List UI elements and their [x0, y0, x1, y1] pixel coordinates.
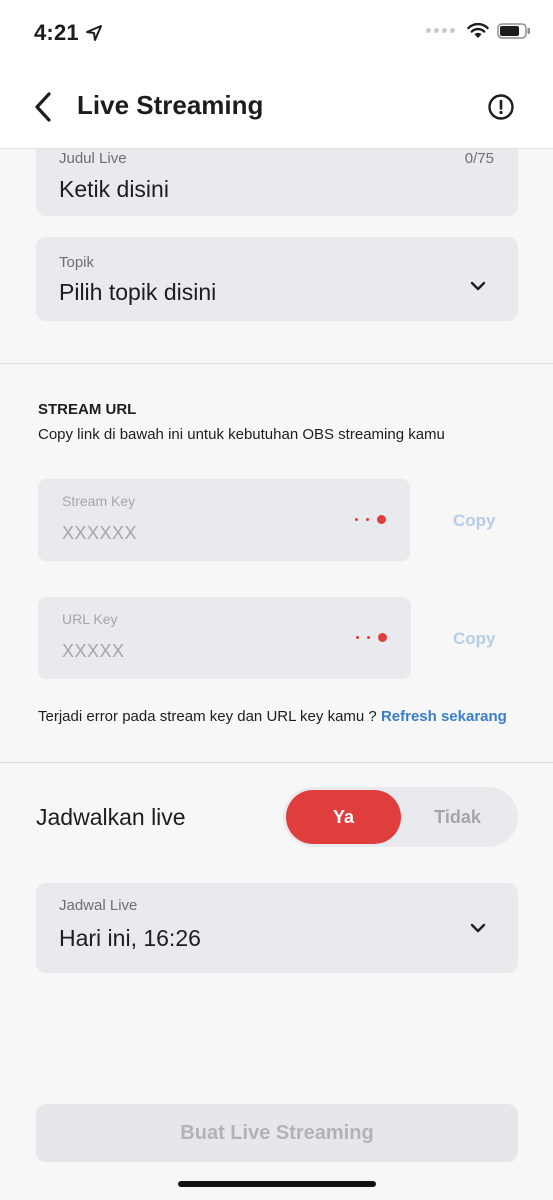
schedule-toggle[interactable]: Ya Tidak: [283, 787, 518, 847]
title-field-label: Judul Live: [59, 150, 127, 167]
url-key-value: XXXXX: [62, 641, 125, 661]
cellular-signal-icon: [426, 28, 455, 33]
stream-key-label: Stream Key: [62, 493, 136, 509]
toggle-no-option[interactable]: Tidak: [400, 790, 515, 844]
stream-url-description: Copy link di bawah ini untuk kebutuhan O…: [38, 426, 445, 443]
title-char-counter: 0/75: [464, 150, 494, 167]
location-arrow-icon: [86, 25, 102, 41]
copy-url-key-button[interactable]: Copy: [453, 629, 496, 649]
info-icon[interactable]: [487, 93, 515, 121]
status-time: 4:21: [34, 20, 79, 45]
topic-field-label: Topik: [59, 254, 95, 271]
schedule-label: Jadwalkan live: [36, 804, 186, 830]
back-arrow-icon[interactable]: [30, 90, 62, 124]
app-header-overlay: Live Streaming: [0, 66, 553, 149]
page-title: Live Streaming: [77, 90, 264, 120]
chevron-down-icon: [470, 281, 486, 291]
stream-key-value: XXXXXX: [62, 523, 138, 543]
loading-dots-icon: [355, 515, 386, 524]
create-live-button[interactable]: Buat Live Streaming: [36, 1104, 518, 1162]
loading-dots-icon: [356, 633, 387, 642]
topic-placeholder: Pilih topik disini: [59, 279, 217, 305]
refresh-link[interactable]: Refresh sekarang: [381, 708, 507, 725]
stream-url-title: STREAM URL: [38, 401, 137, 418]
title-input[interactable]: Ketik disini: [59, 176, 169, 203]
copy-stream-key-button[interactable]: Copy: [453, 511, 496, 531]
url-key-label: URL Key: [62, 611, 118, 627]
battery-icon: [497, 22, 530, 39]
stream-key-error: Terjadi error pada stream key dan URL ke…: [38, 708, 507, 725]
wifi-icon: [467, 22, 489, 38]
toggle-yes-option[interactable]: Ya: [286, 790, 401, 844]
schedule-date-value: Hari ini, 16:26: [59, 925, 201, 951]
section-divider: [0, 762, 553, 763]
schedule-date-select[interactable]: Jadwal Live Hari ini, 16:26: [36, 883, 518, 973]
status-bar: 4:21: [0, 0, 553, 66]
section-divider: [0, 363, 553, 364]
schedule-date-label: Jadwal Live: [59, 897, 138, 914]
stream-key-field: Stream Key XXXXXX: [38, 479, 410, 561]
topic-select[interactable]: Topik Pilih topik disini: [36, 237, 518, 321]
error-text: Terjadi error pada stream key dan URL ke…: [38, 708, 377, 725]
home-indicator: [178, 1181, 376, 1187]
url-key-field: URL Key XXXXX: [38, 597, 411, 679]
status-indicators: [426, 22, 531, 39]
chevron-down-icon: [470, 923, 486, 933]
